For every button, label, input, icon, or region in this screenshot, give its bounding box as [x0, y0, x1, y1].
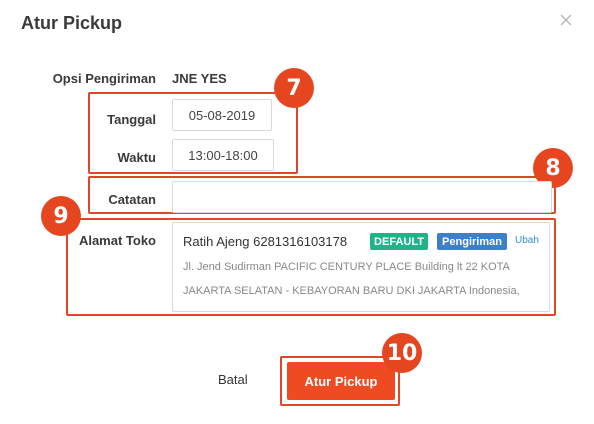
atur-pickup-dialog: Atur Pickup Opsi Pengiriman JNE YES 7 Ta…: [0, 0, 594, 424]
opsi-pengiriman-label: Opsi Pengiriman: [52, 71, 156, 86]
waktu-input[interactable]: 13:00-18:00: [172, 139, 274, 171]
cancel-button[interactable]: Batal: [218, 372, 248, 387]
callout-7-badge: 7: [274, 68, 314, 108]
tanggal-label: Tanggal: [107, 112, 156, 127]
address-card: Ratih Ajeng 6281316103178 DEFAULT Pengir…: [172, 222, 550, 312]
tanggal-input[interactable]: 05-08-2019: [172, 99, 272, 131]
callout-10-badge: 10: [382, 333, 422, 373]
edit-address-link[interactable]: Ubah: [515, 235, 539, 246]
catatan-label: Catatan: [108, 192, 156, 207]
opsi-pengiriman-value: JNE YES: [172, 71, 227, 86]
callout-9-badge: 9: [41, 196, 81, 236]
waktu-label: Waktu: [117, 150, 156, 165]
close-icon[interactable]: [558, 12, 574, 28]
catatan-input[interactable]: [172, 181, 552, 213]
address-line-2: JAKARTA SELATAN - KEBAYORAN BARU DKI JAK…: [183, 285, 520, 297]
atur-pickup-button[interactable]: Atur Pickup: [287, 362, 395, 400]
address-line-1: Jl. Jend Sudirman PACIFIC CENTURY PLACE …: [183, 261, 510, 273]
address-name-phone: Ratih Ajeng 6281316103178: [183, 234, 348, 249]
alamat-toko-label: Alamat Toko: [78, 233, 156, 248]
default-badge: DEFAULT: [370, 233, 428, 250]
dialog-title: Atur Pickup: [21, 13, 123, 33]
pengiriman-badge: Pengiriman: [437, 233, 507, 250]
